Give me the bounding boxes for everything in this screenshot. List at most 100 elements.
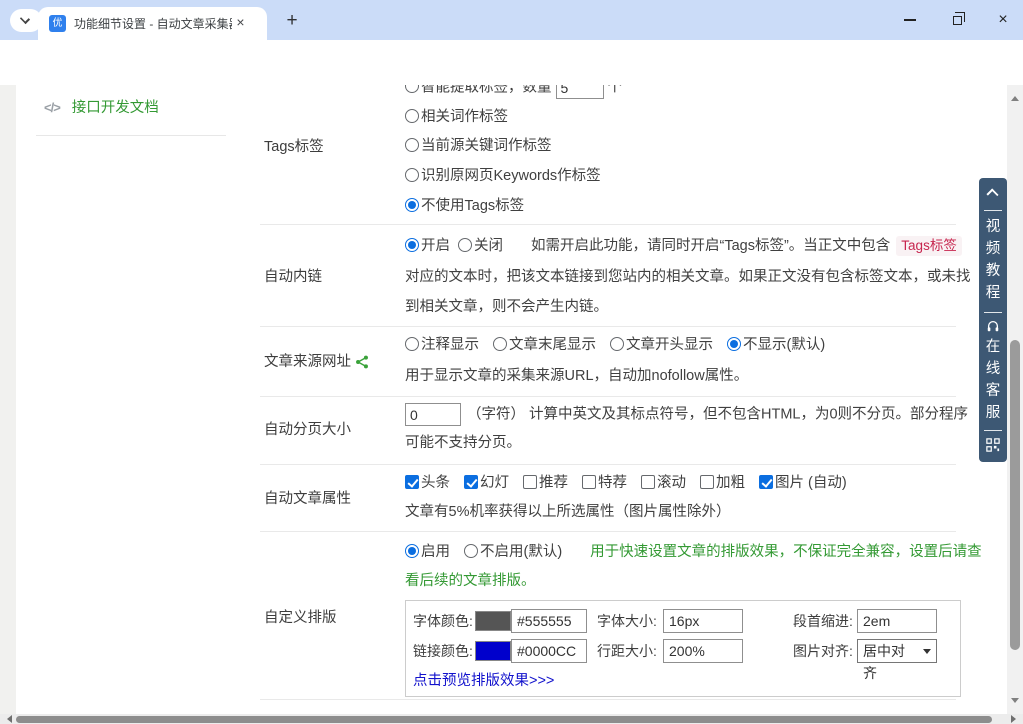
checkbox-label[interactable]: 推荐 — [539, 475, 568, 491]
innerlink-desc-1: 如需开启此功能，请同时开启“Tags标签”。当正文中包含 — [531, 238, 890, 254]
radio-related-words[interactable] — [405, 109, 419, 123]
radio-source-end[interactable] — [493, 337, 507, 351]
font-size-input[interactable] — [663, 609, 743, 633]
horizontal-scrollbar[interactable] — [0, 714, 1023, 724]
preview-typesetting-link[interactable]: 点击预览排版效果>>> — [413, 669, 554, 690]
smart-tag-count-input[interactable] — [556, 85, 604, 99]
line-height-label: 行距大小: — [597, 639, 657, 663]
font-color-swatch[interactable] — [475, 611, 511, 631]
option-label[interactable]: 不显示(默认) — [743, 337, 825, 353]
radio-no-tags[interactable] — [405, 198, 419, 212]
pagination-row-label: 自动分页大小 — [264, 419, 351, 441]
link-color-swatch[interactable] — [475, 641, 511, 661]
tab-close-icon[interactable]: × — [232, 15, 249, 32]
radio-label-disable[interactable]: 不启用(默认) — [480, 544, 562, 560]
checkbox-label[interactable]: 加粗 — [716, 475, 745, 491]
indent-input[interactable] — [857, 609, 937, 633]
radio-innerlink-on[interactable] — [405, 238, 419, 252]
option-suffix: 个 — [608, 85, 623, 95]
checkbox-label[interactable]: 头条 — [421, 475, 450, 491]
pagination-size-input[interactable] — [405, 403, 461, 426]
checkbox-bold[interactable] — [700, 475, 714, 489]
headset-icon[interactable] — [986, 319, 1000, 333]
scroll-down-arrow[interactable] — [1011, 698, 1019, 707]
page-left-gutter — [0, 85, 16, 714]
checkbox-headline[interactable] — [405, 475, 419, 489]
browser-tab[interactable]: 优 功能细节设置 - 自动文章采集器 × — [38, 7, 267, 40]
radio-label-on[interactable]: 开启 — [421, 238, 450, 254]
scroll-left-arrow[interactable] — [3, 715, 12, 723]
radio-label-off[interactable]: 关闭 — [474, 238, 503, 254]
option-label[interactable]: 文章开头显示 — [626, 337, 713, 353]
innerlink-desc-3: 到相关文章，则不会产生内链。 — [405, 296, 608, 318]
radio-page-keywords[interactable] — [405, 168, 419, 182]
typesetting-row-label: 自定义排版 — [264, 607, 337, 629]
row-tags — [260, 85, 956, 225]
new-tab-button[interactable]: + — [280, 9, 304, 33]
checkbox-scroll[interactable] — [641, 475, 655, 489]
scroll-right-arrow[interactable] — [1011, 715, 1020, 723]
horizontal-scrollbar-thumb[interactable] — [16, 716, 992, 723]
qr-code-icon[interactable] — [986, 438, 1000, 452]
toolbar-divider — [984, 210, 1002, 211]
source-row-label: 文章来源网址 — [264, 351, 369, 373]
radio-label-enable[interactable]: 启用 — [421, 544, 450, 560]
radio-typesetting-enable[interactable] — [405, 544, 419, 558]
source-label-text: 文章来源网址 — [264, 354, 351, 370]
radio-source-keyword[interactable] — [405, 138, 419, 152]
tags-option-smart[interactable]: 智能提取标签，数量个 — [405, 85, 622, 98]
vertical-scrollbar-thumb[interactable] — [1010, 340, 1020, 650]
link-color-label: 链接颜色: — [413, 639, 473, 663]
pagination-controls: （字符） 计算中英文及其标点符号，但不包含HTML，为0则不分页。部分程序 — [405, 403, 968, 425]
close-window-button[interactable]: × — [986, 0, 1020, 40]
checkbox-slide[interactable] — [464, 475, 478, 489]
radio-source-comment[interactable] — [405, 337, 419, 351]
checkbox-label[interactable]: 图片 (自动) — [775, 475, 847, 491]
close-icon: × — [998, 12, 1007, 28]
minimize-button[interactable] — [893, 0, 927, 40]
innerlink-desc-2: 对应的文本时，把该文本链接到您站内的相关文章。如果正文没有包含标签文本，或未找 — [405, 266, 971, 288]
tags-option-none[interactable]: 不使用Tags标签 — [405, 195, 524, 217]
checkbox-label[interactable]: 特荐 — [598, 475, 627, 491]
option-label: 当前源关键词作标签 — [421, 138, 552, 154]
checkbox-label[interactable]: 幻灯 — [480, 475, 509, 491]
tags-option-source-keyword[interactable]: 当前源关键词作标签 — [405, 135, 552, 157]
vertical-scrollbar[interactable] — [1007, 85, 1023, 714]
radio-typesetting-disable[interactable] — [464, 544, 478, 558]
sidebar-item-api-docs[interactable]: </>接口开发文档 — [44, 97, 159, 119]
radio-source-start[interactable] — [610, 337, 624, 351]
innerlink-controls: 开启关闭如需开启此功能，请同时开启“Tags标签”。当正文中包含Tags标签 — [405, 235, 962, 257]
radio-innerlink-off[interactable] — [458, 238, 472, 252]
online-service-button[interactable]: 在线客服 — [985, 336, 1001, 424]
checkbox-label[interactable]: 滚动 — [657, 475, 686, 491]
checkbox-special[interactable] — [582, 475, 596, 489]
link-color-input[interactable] — [511, 639, 587, 663]
img-align-label: 图片对齐: — [793, 639, 853, 663]
video-tutorial-button[interactable]: 视频教程 — [985, 216, 1001, 304]
sidebar-doc-label: 接口开发文档 — [72, 100, 159, 116]
innerlink-row-label: 自动内链 — [264, 266, 322, 288]
site-favicon: 优 — [49, 15, 66, 32]
page-content: </>接口开发文档 Tags标签 智能提取标签，数量个 相关词作标签 当前源关键… — [0, 85, 1007, 714]
checkbox-recommend[interactable] — [523, 475, 537, 489]
img-align-select[interactable]: 居中对齐 — [857, 639, 937, 663]
checkbox-image[interactable] — [759, 475, 773, 489]
scroll-up-arrow[interactable] — [1011, 92, 1019, 101]
radio-smart-tags[interactable] — [405, 85, 419, 93]
tags-option-related[interactable]: 相关词作标签 — [405, 106, 508, 128]
radio-source-hidden[interactable] — [727, 337, 741, 351]
share-icon — [355, 354, 369, 376]
font-color-input[interactable] — [511, 609, 587, 633]
option-label[interactable]: 注释显示 — [421, 337, 479, 353]
tags-option-page-keywords[interactable]: 识别原网页Keywords作标签 — [405, 165, 601, 187]
typesetting-note-2: 看后续的文章排版。 — [405, 570, 536, 592]
indent-label: 段首缩进: — [793, 609, 853, 633]
back-to-top-icon[interactable] — [986, 188, 998, 200]
attrs-checkboxes: 头条 幻灯 推荐 特荐 滚动 加粗 图片 (自动) — [405, 472, 847, 494]
line-height-input[interactable] — [663, 639, 743, 663]
option-label[interactable]: 文章末尾显示 — [509, 337, 596, 353]
option-label: 不使用Tags标签 — [421, 198, 524, 214]
font-color-label: 字体颜色: — [413, 609, 473, 633]
restore-button[interactable] — [940, 0, 974, 40]
typesetting-note-1: 用于快速设置文章的排版效果，不保证完全兼容，设置后请查 — [590, 544, 982, 560]
